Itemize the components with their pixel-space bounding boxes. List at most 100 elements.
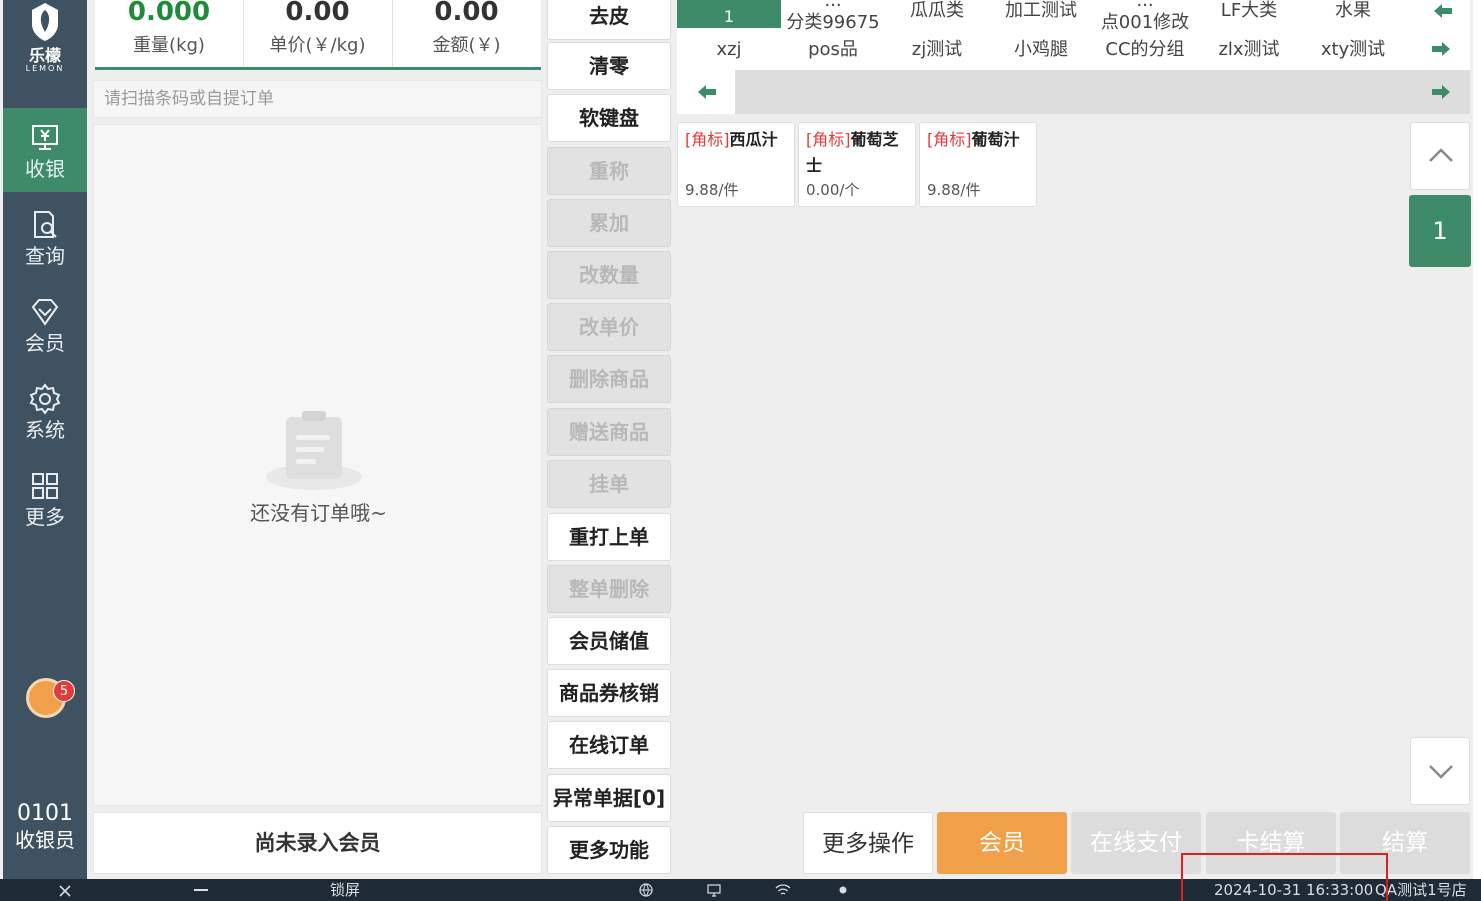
- barcode-scan-input[interactable]: 请扫描条码或自提订单: [93, 80, 542, 118]
- product-name-text: 葡萄汁: [971, 130, 1020, 149]
- category-tab-label: ...: [824, 0, 842, 11]
- card-settle-button[interactable]: 卡结算: [1206, 812, 1336, 874]
- close-icon[interactable]: [58, 884, 72, 898]
- order-list: 还没有订单哦~: [93, 124, 542, 806]
- category-tab[interactable]: 水果: [1301, 0, 1405, 22]
- empty-order-icon: [266, 411, 362, 490]
- product-tag: [角标]: [806, 130, 851, 149]
- product-tag: [角标]: [685, 130, 730, 149]
- nav-item-member[interactable]: 会员: [3, 282, 87, 366]
- category-tab[interactable]: ... 点001修改: [1093, 0, 1197, 34]
- product-name: [角标]葡萄汁: [927, 127, 1029, 153]
- nav-label: 会员: [25, 331, 65, 355]
- product-card[interactable]: [角标]西瓜汁 9.88/件: [677, 122, 795, 207]
- more-actions-button[interactable]: 更多操作: [803, 812, 933, 874]
- chevron-up-icon: [1429, 148, 1453, 162]
- amount-cell: 0.00 金额(￥): [392, 0, 540, 67]
- arrow-left-icon: [698, 85, 716, 99]
- member-topup-button[interactable]: 会员储值: [547, 617, 671, 665]
- weight-cell: 0.000 重量(kg): [95, 0, 243, 67]
- category-tab[interactable]: zlx测试: [1197, 39, 1301, 61]
- reprint-last-button[interactable]: 重打上单: [547, 513, 671, 561]
- category-tab[interactable]: xty测试: [1301, 39, 1405, 61]
- status-dot-icon: [839, 886, 847, 894]
- category-tab[interactable]: pos品: [781, 39, 885, 61]
- checkout-button[interactable]: 结算: [1340, 812, 1470, 874]
- category-tab[interactable]: ... 分类99675: [781, 0, 885, 34]
- datetime-text: 2024-10-31 16:33:00: [1214, 881, 1374, 899]
- gear-icon: [29, 383, 61, 415]
- reweigh-button[interactable]: 重称: [547, 147, 671, 195]
- category-tab-label: 点001修改: [1100, 12, 1190, 33]
- unit-price-label: 单价(￥/kg): [269, 35, 366, 56]
- delete-order-button[interactable]: 整单删除: [547, 565, 671, 613]
- unit-price-cell: 0.00 单价(￥/kg): [243, 0, 391, 67]
- category-tab[interactable]: CC的分组: [1093, 39, 1197, 61]
- brand-logo: 乐檬 LEMON: [3, 0, 87, 80]
- delete-item-button[interactable]: 删除商品: [547, 355, 671, 403]
- product-name: [角标]西瓜汁: [685, 127, 787, 153]
- minimize-icon[interactable]: [194, 889, 208, 891]
- arrow-right-icon[interactable]: [1422, 79, 1462, 105]
- nav-label: 收银: [25, 157, 65, 181]
- lock-screen-button[interactable]: 锁屏: [330, 879, 360, 901]
- change-quantity-button[interactable]: 改数量: [547, 251, 671, 299]
- chevron-down-icon: [1429, 765, 1453, 779]
- window-edge: [1473, 0, 1481, 879]
- change-price-button[interactable]: 改单价: [547, 303, 671, 351]
- weight-value: 0.000: [127, 0, 211, 27]
- nav-item-cashier[interactable]: 收银: [3, 108, 87, 192]
- nav-label: 系统: [25, 418, 65, 442]
- coupon-redeem-button[interactable]: 商品券核销: [547, 669, 671, 717]
- zero-button[interactable]: 清零: [547, 42, 671, 90]
- page-up-button[interactable]: [1410, 122, 1470, 190]
- hold-order-button[interactable]: 挂单: [547, 460, 671, 508]
- notification-badge: 5: [53, 680, 75, 702]
- category-tab[interactable]: zj测试: [885, 39, 989, 61]
- page-down-button[interactable]: [1410, 737, 1470, 805]
- arrow-left-icon[interactable]: [1422, 0, 1462, 24]
- tare-button[interactable]: 去皮: [547, 0, 671, 40]
- category-tab[interactable]: xzj: [677, 39, 781, 61]
- category-tab-label: 分类99675: [786, 12, 880, 33]
- nav-label: 查询: [25, 244, 65, 268]
- product-price: 9.88/件: [927, 181, 981, 199]
- empty-order-text: 还没有订单哦~: [250, 501, 387, 525]
- exception-docs-button[interactable]: 异常单据[0]: [547, 774, 671, 822]
- nav-item-system[interactable]: 系统: [3, 369, 87, 453]
- search-document-icon: [34, 211, 57, 238]
- operator-role: 收银员: [15, 828, 75, 852]
- product-card[interactable]: [角标]葡萄芝士 0.00/个: [798, 122, 916, 207]
- online-pay-button[interactable]: 在线支付: [1071, 812, 1201, 874]
- category-tabs: 1 ... 分类99675 瓜瓜类 加工测试 ... 点001修改 LF大类 水…: [677, 0, 1470, 70]
- member-entry-button[interactable]: 尚未录入会员: [93, 812, 542, 874]
- globe-icon[interactable]: [639, 883, 653, 897]
- category-tab-label: ...: [1136, 0, 1154, 11]
- monitor-icon[interactable]: [707, 883, 721, 897]
- member-button[interactable]: 会员: [937, 812, 1067, 874]
- nav-item-more[interactable]: 更多: [3, 456, 87, 540]
- subcategory-scroll-left[interactable]: [677, 70, 735, 114]
- product-card[interactable]: [角标]葡萄汁 9.88/件: [919, 122, 1037, 207]
- category-tab[interactable]: LF大类: [1197, 0, 1301, 22]
- arrow-right-icon[interactable]: [1422, 36, 1462, 62]
- gift-item-button[interactable]: 赠送商品: [547, 408, 671, 456]
- product-price: 9.88/件: [685, 181, 739, 199]
- soft-keyboard-button[interactable]: 软键盘: [547, 94, 671, 142]
- category-tab[interactable]: 小鸡腿: [989, 39, 1093, 61]
- category-tab[interactable]: 加工测试: [989, 0, 1093, 22]
- subcategory-bar: [677, 70, 1470, 114]
- nav-item-query[interactable]: 查询: [3, 195, 87, 279]
- unit-price-value: 0.00: [285, 0, 350, 27]
- cash-register-icon: [32, 125, 58, 150]
- more-functions-button[interactable]: 更多功能: [547, 826, 671, 874]
- left-nav: 乐檬 LEMON 收银 查询 会员 系统 更多 5 0101 收银员: [3, 0, 87, 879]
- category-tab-active[interactable]: 1: [677, 0, 781, 28]
- brand-name-cn: 乐檬: [28, 46, 61, 65]
- store-name: QA测试1号店: [1375, 881, 1467, 899]
- product-price: 0.00/个: [806, 181, 860, 199]
- wifi-icon[interactable]: [775, 883, 791, 897]
- category-tab[interactable]: 瓜瓜类: [885, 0, 989, 22]
- online-orders-button[interactable]: 在线订单: [547, 721, 671, 769]
- accumulate-button[interactable]: 累加: [547, 199, 671, 247]
